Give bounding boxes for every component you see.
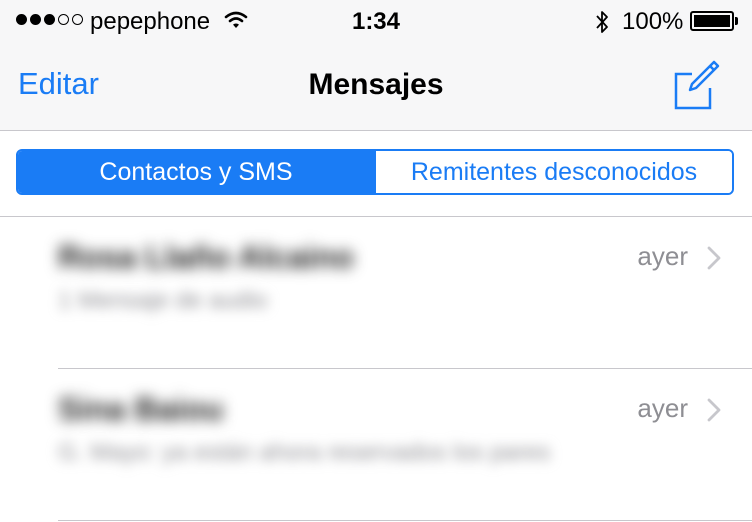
navigation-bar: Editar Mensajes [0, 44, 752, 130]
contact-name: Sina Baiou [58, 391, 224, 427]
segment-contacts-sms[interactable]: Contactos y SMS [18, 151, 374, 193]
contact-name: Rosa Llaño Alcaino [58, 239, 354, 275]
compose-button[interactable] [668, 58, 722, 112]
segment-unknown-senders[interactable]: Remitentes desconocidos [374, 151, 732, 193]
status-bar: pepephone 1:34 100% [0, 0, 752, 44]
filter-segmented-control: Contactos y SMS Remitentes desconocidos [16, 149, 734, 195]
row-separator [58, 520, 752, 521]
message-preview: 1 Mensaje de audio [58, 287, 268, 314]
battery-percentage: 100% [622, 8, 684, 35]
chevron-right-icon [706, 397, 722, 428]
bluetooth-icon [594, 9, 610, 40]
conversation-row[interactable]: Sina Baiou G. Mayo: ya están ahora reser… [0, 369, 752, 521]
battery-level [694, 15, 730, 27]
top-bar: pepephone 1:34 100% Editar Mensajes [0, 0, 752, 131]
battery-icon [690, 11, 734, 31]
page-title: Mensajes [308, 68, 444, 101]
compose-icon [674, 60, 720, 110]
message-date: ayer [637, 241, 688, 271]
battery-tip [735, 17, 738, 25]
conversation-row[interactable]: Rosa Llaño Alcaino 1 Mensaje de audio ay… [0, 217, 752, 369]
message-date: ayer [637, 393, 688, 423]
chevron-right-icon [706, 245, 722, 276]
message-preview: G. Mayo: ya están ahora reservados los p… [58, 439, 551, 466]
